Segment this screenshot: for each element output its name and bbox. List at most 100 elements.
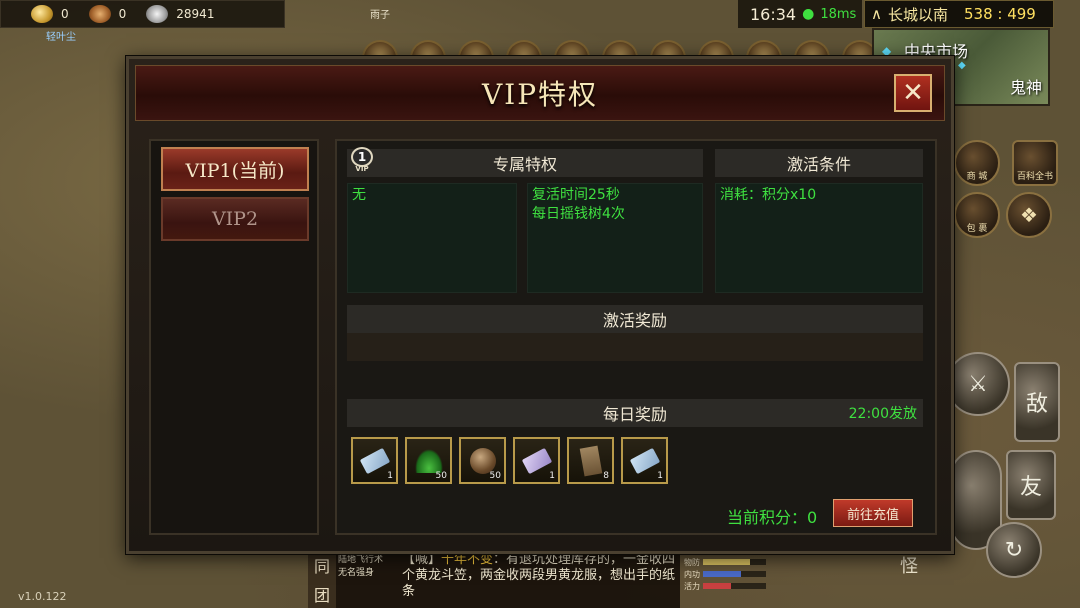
enemy-label: 敌	[1025, 392, 1048, 417]
stat-bar	[703, 559, 766, 565]
recharge-button[interactable]: 前往充值	[833, 499, 913, 527]
item-quantity: 50	[489, 471, 501, 481]
silver-amount: 28941	[176, 7, 215, 21]
encyclopedia-button[interactable]: 百科全书	[1012, 140, 1058, 186]
chevron-up-icon[interactable]: ∧	[871, 5, 882, 23]
paper-ticket-icon	[629, 447, 660, 474]
privilege-box-empty: 无	[347, 183, 517, 293]
coupon-currency: 0	[88, 5, 127, 23]
activation-reward-label: 激活奖励	[602, 311, 667, 330]
reward-item[interactable]: 50	[405, 437, 452, 484]
item-quantity: 1	[549, 471, 555, 481]
reward-item[interactable]: 1	[351, 437, 398, 484]
tab-vip1[interactable]: VIP1(当前)	[161, 147, 309, 191]
chat-panel[interactable]: 同 团 陆地飞行术 无名强身 【喊】千年不变：有退坑处理库存的，一金收四个黄龙斗…	[308, 550, 680, 608]
sword-icon: ⚔	[968, 371, 988, 397]
stat-fill	[703, 571, 741, 577]
item-quantity: 1	[657, 471, 663, 481]
vip-level-badge: 1 VIP	[349, 147, 375, 177]
tab-vip2[interactable]: VIP2	[161, 197, 309, 241]
friend-label: 友	[1019, 475, 1042, 500]
ping-readout: 18ms	[820, 6, 857, 22]
chat-channel-tab[interactable]: 团	[314, 582, 330, 606]
stat-bars: 物防 内功 活力	[684, 556, 766, 592]
tab-label: VIP1(当前)	[185, 159, 285, 182]
tab-label: VIP2	[211, 208, 259, 230]
item-quantity: 1	[387, 471, 393, 481]
copper-coin-icon	[88, 5, 111, 23]
bag-button[interactable]: 包 裹	[954, 192, 1000, 238]
activation-reward-area	[347, 333, 923, 361]
coordinates: 538 : 499	[964, 5, 1036, 23]
item-quantity: 50	[435, 471, 447, 481]
dialog-title: VIP特权	[481, 78, 599, 111]
silver-coin-icon	[146, 5, 169, 23]
gold-ingot-icon	[31, 5, 53, 23]
version-label: v1.0.122	[18, 590, 67, 603]
minimap-label-ghost: 鬼神	[1009, 78, 1042, 97]
recharge-label: 前往充值	[846, 507, 899, 523]
reward-item[interactable]: 1	[513, 437, 560, 484]
attack-skill-button[interactable]: ⚔	[946, 352, 1010, 416]
enemy-target-button[interactable]: 敌	[1014, 362, 1060, 442]
shop-button[interactable]: 商 城	[954, 140, 1000, 186]
stat-label: 物防	[684, 557, 700, 567]
stat-label: 内功	[684, 569, 700, 579]
chat-channel-tag: 【喊】	[402, 552, 442, 567]
chat-channel-tab[interactable]: 同	[314, 553, 330, 577]
bag-label: 包 裹	[966, 224, 988, 234]
exclusive-privilege-header: 专属特权	[347, 149, 703, 177]
daily-reward-label: 每日奖励	[602, 405, 667, 424]
vip-dialog: VIP特权 ✕ VIP1(当前) VIP2 专属特权 1 VIP 激活条件 无 …	[126, 56, 954, 554]
chat-message: 【喊】千年不变：有退坑处理库存的，一金收四个黄龙斗笠，两金收两段男黄龙服，想出手…	[398, 550, 680, 608]
status-bar: 16:34 ● 18ms	[738, 0, 862, 28]
paper-ticket-icon	[359, 447, 390, 474]
activation-condition-header: 激活条件	[715, 149, 923, 177]
currency-bar: 0 0 28941	[0, 0, 285, 28]
reward-item[interactable]: 1	[621, 437, 668, 484]
reward-item[interactable]: 8	[567, 437, 614, 484]
wooden-board-icon	[579, 445, 602, 476]
vip-badge-number: 1	[351, 147, 373, 167]
activation-header-label: 激活条件	[786, 155, 851, 174]
stat-label: 活力	[684, 581, 700, 591]
refresh-icon: ↻	[1004, 537, 1024, 563]
switch-target-button[interactable]: ↻	[986, 522, 1042, 578]
stat-row: 物防	[684, 556, 766, 568]
privilege-none-text: 无	[352, 187, 366, 203]
clock: 16:34	[750, 4, 797, 24]
activation-condition-box: 消耗：积分x10	[715, 183, 923, 293]
gold-currency: 0	[31, 5, 69, 23]
exclusive-header-label: 专属特权	[492, 155, 557, 174]
purple-ticket-icon	[521, 447, 552, 474]
encyclopedia-label: 百科全书	[1016, 172, 1053, 182]
release-time: 22:00发放	[848, 406, 917, 422]
friend-target-button[interactable]: 友	[1006, 450, 1056, 520]
close-button[interactable]: ✕	[894, 74, 932, 112]
item-quantity: 8	[603, 471, 609, 481]
chat-channel-tabs[interactable]: 同 团	[308, 550, 336, 608]
coupon-amount: 0	[118, 7, 127, 21]
location-bar[interactable]: ∧ 长城以南 538 : 499	[864, 0, 1054, 28]
drum-icon	[469, 447, 496, 474]
daily-reward-header: 每日奖励 22:00发放	[347, 399, 923, 427]
player-name-tag: 轻叶尘	[46, 32, 76, 43]
chat-names: 陆地飞行术 无名强身	[336, 550, 398, 608]
npc-name-tag: 雨子	[370, 10, 390, 21]
stat-bar	[703, 583, 766, 589]
reward-item[interactable]: 50	[459, 437, 506, 484]
chat-speaker[interactable]: 千年不变	[441, 552, 493, 567]
menu-grid-button[interactable]: ❖	[1006, 192, 1052, 238]
current-points: 当前积分：0	[727, 508, 818, 527]
location-name: 长城以南	[887, 5, 948, 24]
stat-row: 活力	[684, 580, 766, 592]
monster-label: 怪	[900, 556, 918, 577]
chat-name: 陆地飞行术	[338, 555, 384, 565]
activation-cost-text: 消耗：积分x10	[720, 187, 817, 203]
close-icon: ✕	[902, 78, 924, 108]
stat-row: 内功	[684, 568, 766, 580]
gold-amount: 0	[61, 7, 69, 21]
stat-bar	[703, 571, 766, 577]
privilege-revive-time: 复活时间25秒	[532, 187, 620, 203]
player-marker-icon: ◆	[958, 60, 966, 71]
